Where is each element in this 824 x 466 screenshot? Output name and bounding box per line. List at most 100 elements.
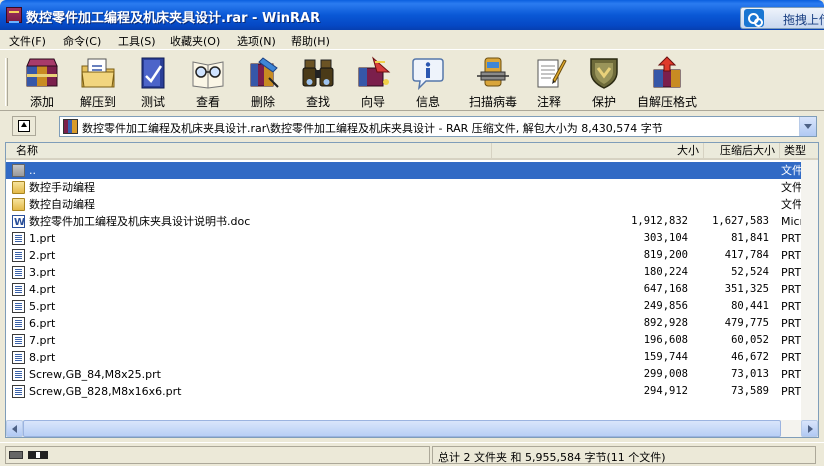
file-row[interactable]: 1.prt 303,104 81,841 PRT 文 — [6, 230, 818, 247]
file-name-cell: 7.prt — [6, 332, 492, 349]
file-row[interactable]: 3.prt 180,224 52,524 PRT 文 — [6, 264, 818, 281]
file-packed-size: 1,627,583 — [712, 215, 769, 227]
binoculars-icon — [302, 59, 334, 87]
file-packed-size — [692, 196, 769, 213]
file-size: 819,200 — [643, 249, 688, 261]
file-size: 180,224 — [643, 266, 688, 278]
file-name: .. — [29, 164, 36, 177]
up-one-level-button[interactable] — [12, 116, 36, 136]
file-name: 3.prt — [29, 266, 56, 279]
menu-help[interactable]: 帮助(H) — [291, 33, 330, 49]
chevron-down-icon[interactable] — [799, 117, 816, 136]
file-name: 4.prt — [29, 283, 56, 296]
address-combo[interactable]: 数控零件加工编程及机床夹具设计.rar\数控零件加工编程及机床夹具设计 - RA… — [59, 116, 817, 137]
scroll-left-button[interactable] — [6, 420, 23, 437]
address-text: 数控零件加工编程及机床夹具设计.rar\数控零件加工编程及机床夹具设计 - RA… — [82, 122, 663, 135]
delete-icon — [250, 57, 279, 88]
prt-file-icon — [12, 283, 25, 296]
file-list[interactable]: 名称 大小 压缩后大小 类型 ..文件夹数控手动编程文件夹数控自动编程文件夹数控… — [5, 142, 819, 438]
file-name: 1.prt — [29, 232, 56, 245]
menu-options[interactable]: 选项(N) — [237, 33, 276, 49]
file-size: 294,912 — [643, 385, 688, 397]
extract-folder-icon — [81, 58, 115, 88]
file-row[interactable]: 数控零件加工编程及机床夹具设计说明书.doc 1,912,832 1,627,583… — [6, 213, 818, 230]
info-button[interactable]: 信息 — [400, 54, 456, 110]
file-name-cell: 8.prt — [6, 349, 492, 366]
file-packed-size: 60,052 — [731, 334, 769, 346]
horizontal-scrollbar[interactable] — [6, 420, 818, 437]
file-row[interactable]: .. 文件夹 — [6, 162, 818, 179]
toolbar: 添加 解压到 测试 查看 删除 查找 向导 信息 扫描病毒 注释 保护 自解压格… — [0, 49, 824, 111]
file-name-cell: 1.prt — [6, 230, 492, 247]
prt-file-icon — [12, 385, 25, 398]
file-size: 299,008 — [643, 368, 688, 380]
file-size: 249,856 — [643, 300, 688, 312]
sfx-label: 自解压格式 — [636, 95, 697, 109]
status-summary-panel: 总计 2 文件夹 和 5,955,584 字节(11 个文件) — [432, 446, 816, 464]
drag-upload-extension[interactable]: 拖拽上传 — [740, 7, 824, 29]
file-row[interactable]: 数控自动编程 文件夹 — [6, 196, 818, 213]
menu-file[interactable]: 文件(F) — [9, 33, 46, 49]
file-name-cell: 数控零件加工编程及机床夹具设计说明书.doc — [6, 213, 492, 230]
menu-favorites[interactable]: 收藏夹(O) — [170, 33, 220, 49]
horizontal-scroll-thumb[interactable] — [23, 420, 781, 437]
vertical-scrollbar[interactable] — [801, 160, 818, 420]
status-icons-panel — [5, 446, 430, 464]
sfx-button[interactable]: 自解压格式 — [637, 54, 697, 110]
shield-icon — [590, 58, 618, 89]
wizard-icon — [358, 56, 391, 87]
file-row[interactable]: Screw,GB_84,M8x25.prt 299,008 73,013 PRT 文 — [6, 366, 818, 383]
list-header: 名称 大小 压缩后大小 类型 — [6, 143, 818, 160]
folder-up-icon — [12, 164, 25, 177]
window-title: 数控零件加工编程及机床夹具设计.rar - WinRAR — [26, 11, 321, 26]
view-glasses-icon — [192, 61, 224, 89]
file-packed-size: 73,013 — [731, 368, 769, 380]
file-name-cell: 6.prt — [6, 315, 492, 332]
file-name-cell: 数控手动编程 — [6, 179, 492, 196]
prt-file-icon — [12, 266, 25, 279]
drag-upload-label: 拖拽上传 — [783, 13, 824, 27]
file-name: 6.prt — [29, 317, 56, 330]
winrar-app-icon[interactable] — [6, 7, 22, 23]
column-header-packed[interactable]: 压缩后大小 — [704, 143, 780, 160]
file-name: 5.prt — [29, 300, 56, 313]
file-packed-size: 417,784 — [724, 249, 769, 261]
file-row[interactable]: 7.prt 196,608 60,052 PRT 文 — [6, 332, 818, 349]
drive-icon[interactable] — [9, 451, 23, 459]
column-header-name[interactable]: 名称 — [6, 143, 492, 160]
file-row[interactable]: Screw,GB_828,M8x16x6.prt 294,912 73,589 PRT… — [6, 383, 818, 400]
prt-file-icon — [12, 249, 25, 262]
file-row[interactable]: 数控手动编程 文件夹 — [6, 179, 818, 196]
file-row[interactable]: 5.prt 249,856 80,441 PRT 文 — [6, 298, 818, 315]
prt-file-icon — [12, 300, 25, 313]
file-row[interactable]: 6.prt 892,928 479,775 PRT 文 — [6, 315, 818, 332]
file-row[interactable]: 2.prt 819,200 417,784 PRT 文 — [6, 247, 818, 264]
up-arrow-icon — [18, 120, 30, 132]
menu-tools[interactable]: 工具(S) — [118, 33, 156, 49]
sfx-icon — [653, 56, 681, 88]
file-packed-size: 52,524 — [731, 266, 769, 278]
folder-icon — [12, 198, 25, 211]
file-row[interactable]: 4.prt 647,168 351,325 PRT 文 — [6, 281, 818, 298]
file-row[interactable]: 8.prt 159,744 46,672 PRT 文 — [6, 349, 818, 366]
file-name-cell: 2.prt — [6, 247, 492, 264]
protect-button[interactable]: 保护 — [576, 54, 632, 110]
column-header-size[interactable]: 大小 — [492, 143, 704, 160]
file-name: 7.prt — [29, 334, 56, 347]
file-size — [492, 162, 688, 179]
file-name-cell: Screw,GB_828,M8x16x6.prt — [6, 383, 492, 400]
file-name: 8.prt — [29, 351, 56, 364]
key-icon[interactable] — [28, 451, 48, 459]
file-packed-size — [692, 162, 769, 179]
status-bar: 总计 2 文件夹 和 5,955,584 字节(11 个文件) — [0, 442, 824, 466]
column-header-type[interactable]: 类型 — [780, 143, 818, 160]
menu-commands[interactable]: 命令(C) — [63, 33, 101, 49]
file-name-cell: Screw,GB_84,M8x25.prt — [6, 366, 492, 383]
info-icon — [412, 58, 444, 90]
file-size: 647,168 — [643, 283, 688, 295]
scroll-right-button[interactable] — [801, 420, 818, 437]
file-packed-size: 81,841 — [731, 232, 769, 244]
cloud-link-icon — [744, 9, 764, 27]
title-bar[interactable]: 数控零件加工编程及机床夹具设计.rar - WinRAR — [0, 0, 824, 30]
prt-file-icon — [12, 351, 25, 364]
